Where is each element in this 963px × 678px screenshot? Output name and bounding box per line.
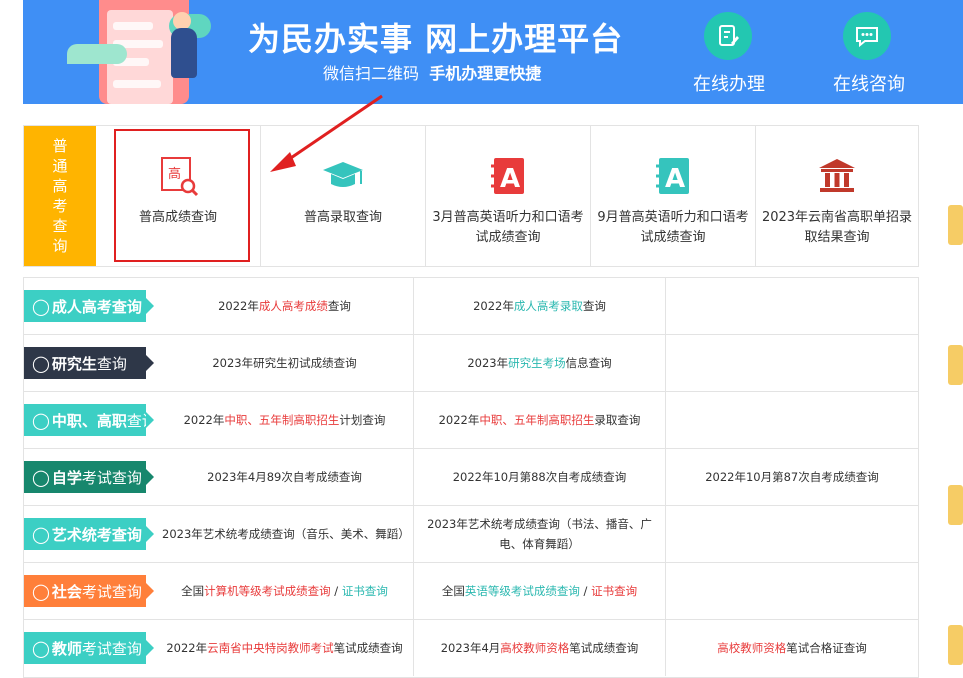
row-tag-adult-exam: ◯ 成人高考查询 [24, 290, 154, 322]
pugao-item-label: 9月普高英语听力和口语考试成绩查询 [597, 210, 749, 245]
empty-cell [666, 392, 918, 448]
query-link[interactable]: 2023年4月高校教师资格笔试成绩查询 [413, 620, 666, 676]
search-icon: ◯ [32, 524, 50, 544]
online-handle-button[interactable] [704, 12, 752, 60]
query-link[interactable]: 2022年成人高考成绩查询 [156, 278, 413, 334]
query-link[interactable]: 2022年中职、五年制高职招生录取查询 [413, 392, 666, 448]
pugao-march-english-query[interactable]: A 3月普高英语听力和口语考试成绩查询 [425, 126, 590, 266]
query-link[interactable]: 2022年云南省中央特岗教师考试笔试成绩查询 [156, 620, 413, 676]
empty-cell [666, 563, 918, 619]
banner-title: 为民办实事 网上办理平台 [248, 20, 624, 58]
query-link[interactable]: 2022年10月第88次自考成绩查询 [413, 449, 666, 505]
banner-subtitle: 微信扫二维码 手机办理更快捷 [323, 60, 541, 84]
side-decoration [940, 125, 963, 669]
row-tag-self-study: ◯ 自学 考试查询 [24, 461, 154, 493]
search-icon: ◯ [32, 581, 50, 601]
pugao-item-label: 普高录取查询 [303, 210, 382, 225]
pugao-side-label: 普通高考查询 [24, 126, 96, 266]
pugao-september-english-query[interactable]: A 9月普高英语听力和口语考试成绩查询 [590, 126, 755, 266]
gaozhi-admission-result-query[interactable]: 2023年云南省高职单招录取结果查询 [755, 126, 918, 266]
pugao-item-label: 2023年云南省高职单招录取结果查询 [761, 210, 913, 245]
query-link[interactable]: 2023年研究生初试成绩查询 [156, 335, 413, 391]
edit-document-icon [719, 25, 739, 46]
row-tag-social-exam: ◯ 社会 考试查询 [24, 575, 154, 607]
letter-a-book-icon: A [656, 158, 689, 194]
query-link[interactable]: 2023年研究生考场信息查询 [413, 335, 666, 391]
row-tag-graduate: ◯ 研究生 查询 [24, 347, 154, 379]
banner-sub-text: 微信扫二维码 [323, 64, 420, 83]
table-row: ◯ 艺术统考查询 2023年艺术统考成绩查询（音乐、美术、舞蹈） 2023年艺术… [24, 506, 918, 563]
query-link[interactable]: 2022年成人高考录取查询 [413, 278, 666, 334]
search-icon: ◯ [32, 296, 50, 316]
table-row: ◯ 社会 考试查询 全国计算机等级考试成绩查询 / 证书查询 全国英语等级考试成绩… [24, 563, 918, 620]
query-link[interactable]: 高校教师资格笔试合格证查询 [666, 620, 918, 676]
person-illustration [171, 28, 197, 78]
red-arrow-annotation [270, 94, 383, 172]
top-banner: 为民办实事 网上办理平台 微信扫二维码 手机办理更快捷 在线办理 在线咨询 [23, 0, 963, 104]
banner-sub-bold: 手机办理更快捷 [429, 64, 542, 83]
highlight-box [114, 129, 250, 262]
chat-message-icon [856, 27, 878, 48]
search-icon: ◯ [32, 638, 50, 658]
table-row: ◯ 研究生 查询 2023年研究生初试成绩查询 2023年研究生考场信息查询 [24, 335, 918, 392]
letter-a-book-icon: A [491, 158, 524, 194]
chat-bubble-illustration [67, 44, 127, 64]
svg-text:A: A [665, 164, 685, 194]
pugao-query-section: 普通高考查询 高 普高成绩查询 普高录取查询 A 3月普高英语听力和口语考试成绩… [23, 125, 919, 267]
query-table: ◯ 成人高考查询 2022年成人高考成绩查询 2022年成人高考录取查询 ◯ 研… [23, 277, 919, 678]
query-link[interactable]: 2023年4月89次自考成绩查询 [156, 449, 413, 505]
empty-cell [666, 335, 918, 391]
query-link[interactable]: 全国计算机等级考试成绩查询 / 证书查询 [156, 563, 413, 619]
table-row: ◯ 自学 考试查询 2023年4月89次自考成绩查询 2022年10月第88次自考… [24, 449, 918, 506]
online-consult-label[interactable]: 在线咨询 [833, 70, 905, 96]
query-link[interactable]: 2023年艺术统考成绩查询（音乐、美术、舞蹈） [156, 506, 413, 562]
table-row: ◯ 成人高考查询 2022年成人高考成绩查询 2022年成人高考录取查询 [24, 278, 918, 335]
institution-icon [819, 159, 855, 192]
row-tag-vocational: ◯ 中职、高职 查询 [24, 404, 157, 436]
row-tag-art-exam: ◯ 艺术统考查询 [24, 518, 154, 550]
row-tag-teacher-exam: ◯ 教师 考试查询 [24, 632, 154, 664]
empty-cell [666, 278, 918, 334]
online-handle-label[interactable]: 在线办理 [693, 70, 765, 96]
search-icon: ◯ [32, 467, 50, 487]
search-icon: ◯ [32, 353, 50, 373]
search-icon: ◯ [32, 410, 50, 430]
table-row: ◯ 中职、高职 查询 2022年中职、五年制高职招生计划查询 2022年中职、五年… [24, 392, 918, 449]
query-link[interactable]: 2022年中职、五年制高职招生计划查询 [156, 392, 413, 448]
svg-text:A: A [500, 164, 520, 194]
query-link[interactable]: 全国英语等级考试成绩查询 / 证书查询 [413, 563, 666, 619]
table-row: ◯ 教师 考试查询 2022年云南省中央特岗教师考试笔试成绩查询 2023年4月高… [24, 620, 918, 677]
pugao-item-label: 3月普高英语听力和口语考试成绩查询 [432, 210, 584, 245]
empty-cell [666, 506, 918, 562]
query-link[interactable]: 2023年艺术统考成绩查询（书法、播音、广电、体育舞蹈） [413, 506, 666, 562]
online-consult-button[interactable] [843, 12, 891, 60]
query-link[interactable]: 2022年10月第87次自考成绩查询 [666, 449, 918, 505]
